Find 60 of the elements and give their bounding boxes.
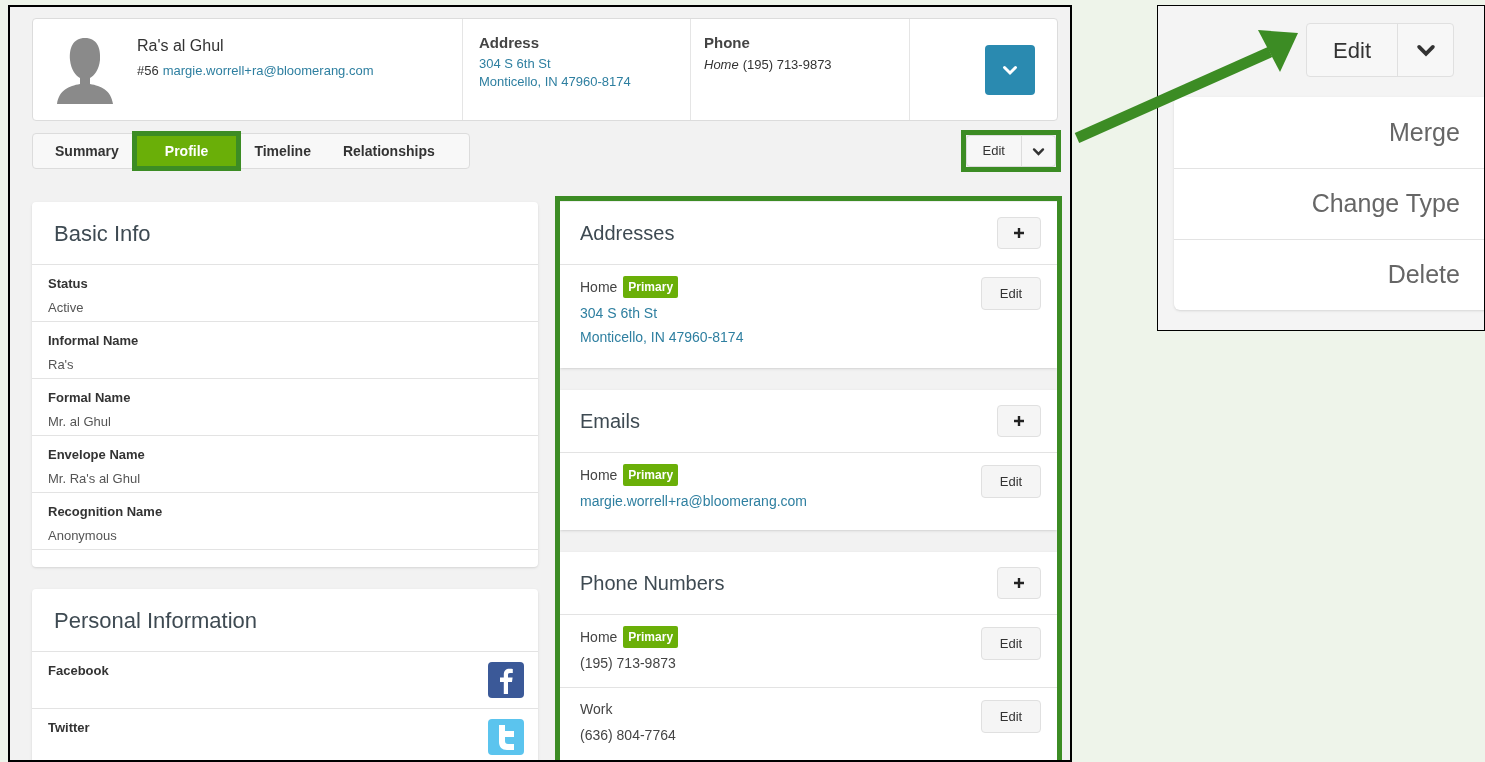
entry-link[interactable]: margie.worrell+ra@bloomerang.com xyxy=(580,492,808,510)
card-title: Basic Info xyxy=(54,219,151,248)
field-label: Formal Name xyxy=(48,389,132,407)
add-button[interactable] xyxy=(997,405,1041,437)
section-title: Emails xyxy=(580,409,640,434)
plus-icon xyxy=(1013,577,1025,589)
edit-button[interactable]: Edit xyxy=(1307,24,1397,76)
field-label: Status xyxy=(48,275,89,293)
entry-type: Home xyxy=(580,627,618,647)
field-value: Ra's xyxy=(48,355,75,374)
entry-type: Home xyxy=(580,277,618,297)
field-label: Informal Name xyxy=(48,332,140,350)
phone-type: Home xyxy=(704,55,739,74)
field-label: Recognition Name xyxy=(48,503,164,521)
field-value: Mr. Ra's al Ghul xyxy=(48,469,142,488)
twitter-icon xyxy=(488,719,524,755)
email-link[interactable]: margie.worrell+ra@bloomerang.com xyxy=(162,61,374,81)
primary-badge: Primary xyxy=(623,626,679,648)
entry-link[interactable]: Monticello, IN 47960-8174 xyxy=(580,328,744,346)
edit-button[interactable]: Edit xyxy=(981,700,1041,733)
entry-type: Work xyxy=(580,700,613,719)
edit-button[interactable]: Edit xyxy=(981,465,1041,498)
entry-value: (636) 804-7764 xyxy=(580,726,676,744)
person-silhouette-icon xyxy=(57,35,113,104)
contact-number: #56 xyxy=(137,62,159,80)
address-link[interactable]: Monticello, IN 47960-8174 xyxy=(479,72,690,91)
facebook-icon xyxy=(488,662,524,698)
plus-icon xyxy=(1013,227,1025,239)
entry-link[interactable]: 304 S 6th St xyxy=(580,304,744,322)
address-label: Address xyxy=(479,33,541,53)
menu-item[interactable]: Change Type xyxy=(1173,168,1484,239)
tab[interactable]: Summary xyxy=(41,136,133,166)
card-title: Personal Information xyxy=(54,606,257,635)
tab[interactable]: Timeline xyxy=(240,136,325,166)
field-value: Anonymous xyxy=(48,526,118,545)
field-label: Envelope Name xyxy=(48,446,146,464)
add-button[interactable] xyxy=(997,217,1041,249)
tab[interactable]: Relationships xyxy=(328,136,449,166)
field-value: Mr. al Ghul xyxy=(48,412,112,431)
primary-badge: Primary xyxy=(623,276,679,298)
address-link[interactable]: 304 S 6th St xyxy=(479,54,690,73)
menu-item[interactable]: Delete xyxy=(1173,239,1484,310)
edit-button[interactable]: Edit xyxy=(966,136,1021,166)
entry-type: Home xyxy=(580,465,618,485)
section-title: Phone Numbers xyxy=(580,571,725,596)
phone-label: Phone xyxy=(704,33,751,53)
edit-button[interactable]: Edit xyxy=(981,277,1041,310)
plus-icon xyxy=(1013,415,1025,427)
contact-name: Ra's al Ghul xyxy=(137,36,225,56)
expand-button[interactable] xyxy=(984,44,1035,95)
phone-number: (195) 713-9873 xyxy=(742,55,832,74)
field-value: Active xyxy=(48,298,85,317)
menu-item[interactable]: Merge xyxy=(1173,97,1484,168)
entry-value: (195) 713-9873 xyxy=(580,654,677,672)
primary-badge: Primary xyxy=(623,464,679,486)
edit-button[interactable]: Edit xyxy=(981,627,1041,660)
field-label: Facebook xyxy=(48,662,109,680)
field-label: Twitter xyxy=(48,719,90,737)
section-title: Addresses xyxy=(580,221,675,246)
add-button[interactable] xyxy=(997,567,1041,599)
